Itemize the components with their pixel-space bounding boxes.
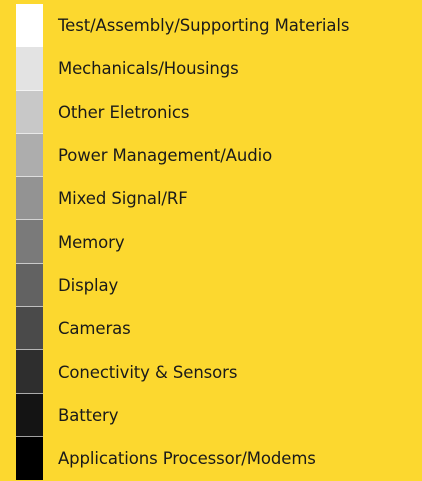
legend-label: Memory — [58, 232, 125, 252]
legend-swatch — [16, 263, 43, 308]
legend-item: Mixed Signal/RF — [16, 177, 416, 221]
legend-swatch — [16, 90, 43, 134]
legend-label: Other Eletronics — [58, 102, 190, 122]
legend-item: Applications Processor/Modems — [16, 436, 416, 481]
legend-label: Conectivity & Sensors — [58, 362, 238, 382]
legend: Test/Assembly/Supporting Materials Mecha… — [16, 4, 416, 481]
legend-label: Cameras — [58, 319, 131, 339]
legend-item: Display — [16, 263, 416, 308]
legend-swatch — [16, 133, 43, 178]
legend-label: Battery — [58, 405, 119, 425]
legend-item: Other Eletronics — [16, 90, 416, 134]
legend-swatch — [16, 436, 43, 481]
legend-label: Mechanicals/Housings — [58, 59, 239, 79]
legend-label: Mixed Signal/RF — [58, 189, 188, 209]
legend-item: Power Management/Audio — [16, 133, 416, 178]
legend-swatch — [16, 47, 43, 91]
legend-label: Power Management/Audio — [58, 146, 273, 166]
legend-label: Display — [58, 275, 119, 295]
legend-item: Test/Assembly/Supporting Materials — [16, 4, 416, 48]
legend-swatch — [16, 220, 43, 264]
legend-swatch — [16, 177, 43, 221]
legend-swatch — [16, 4, 43, 48]
legend-label: Test/Assembly/Supporting Materials — [58, 16, 350, 36]
legend-label: Applications Processor/Modems — [58, 449, 316, 469]
legend-item: Battery — [16, 393, 416, 437]
legend-item: Cameras — [16, 307, 416, 351]
legend-swatch — [16, 393, 43, 437]
legend-item: Mechanicals/Housings — [16, 47, 416, 91]
legend-item: Conectivity & Sensors — [16, 350, 416, 394]
legend-item: Memory — [16, 220, 416, 264]
legend-swatch — [16, 307, 43, 351]
legend-swatch — [16, 350, 43, 394]
